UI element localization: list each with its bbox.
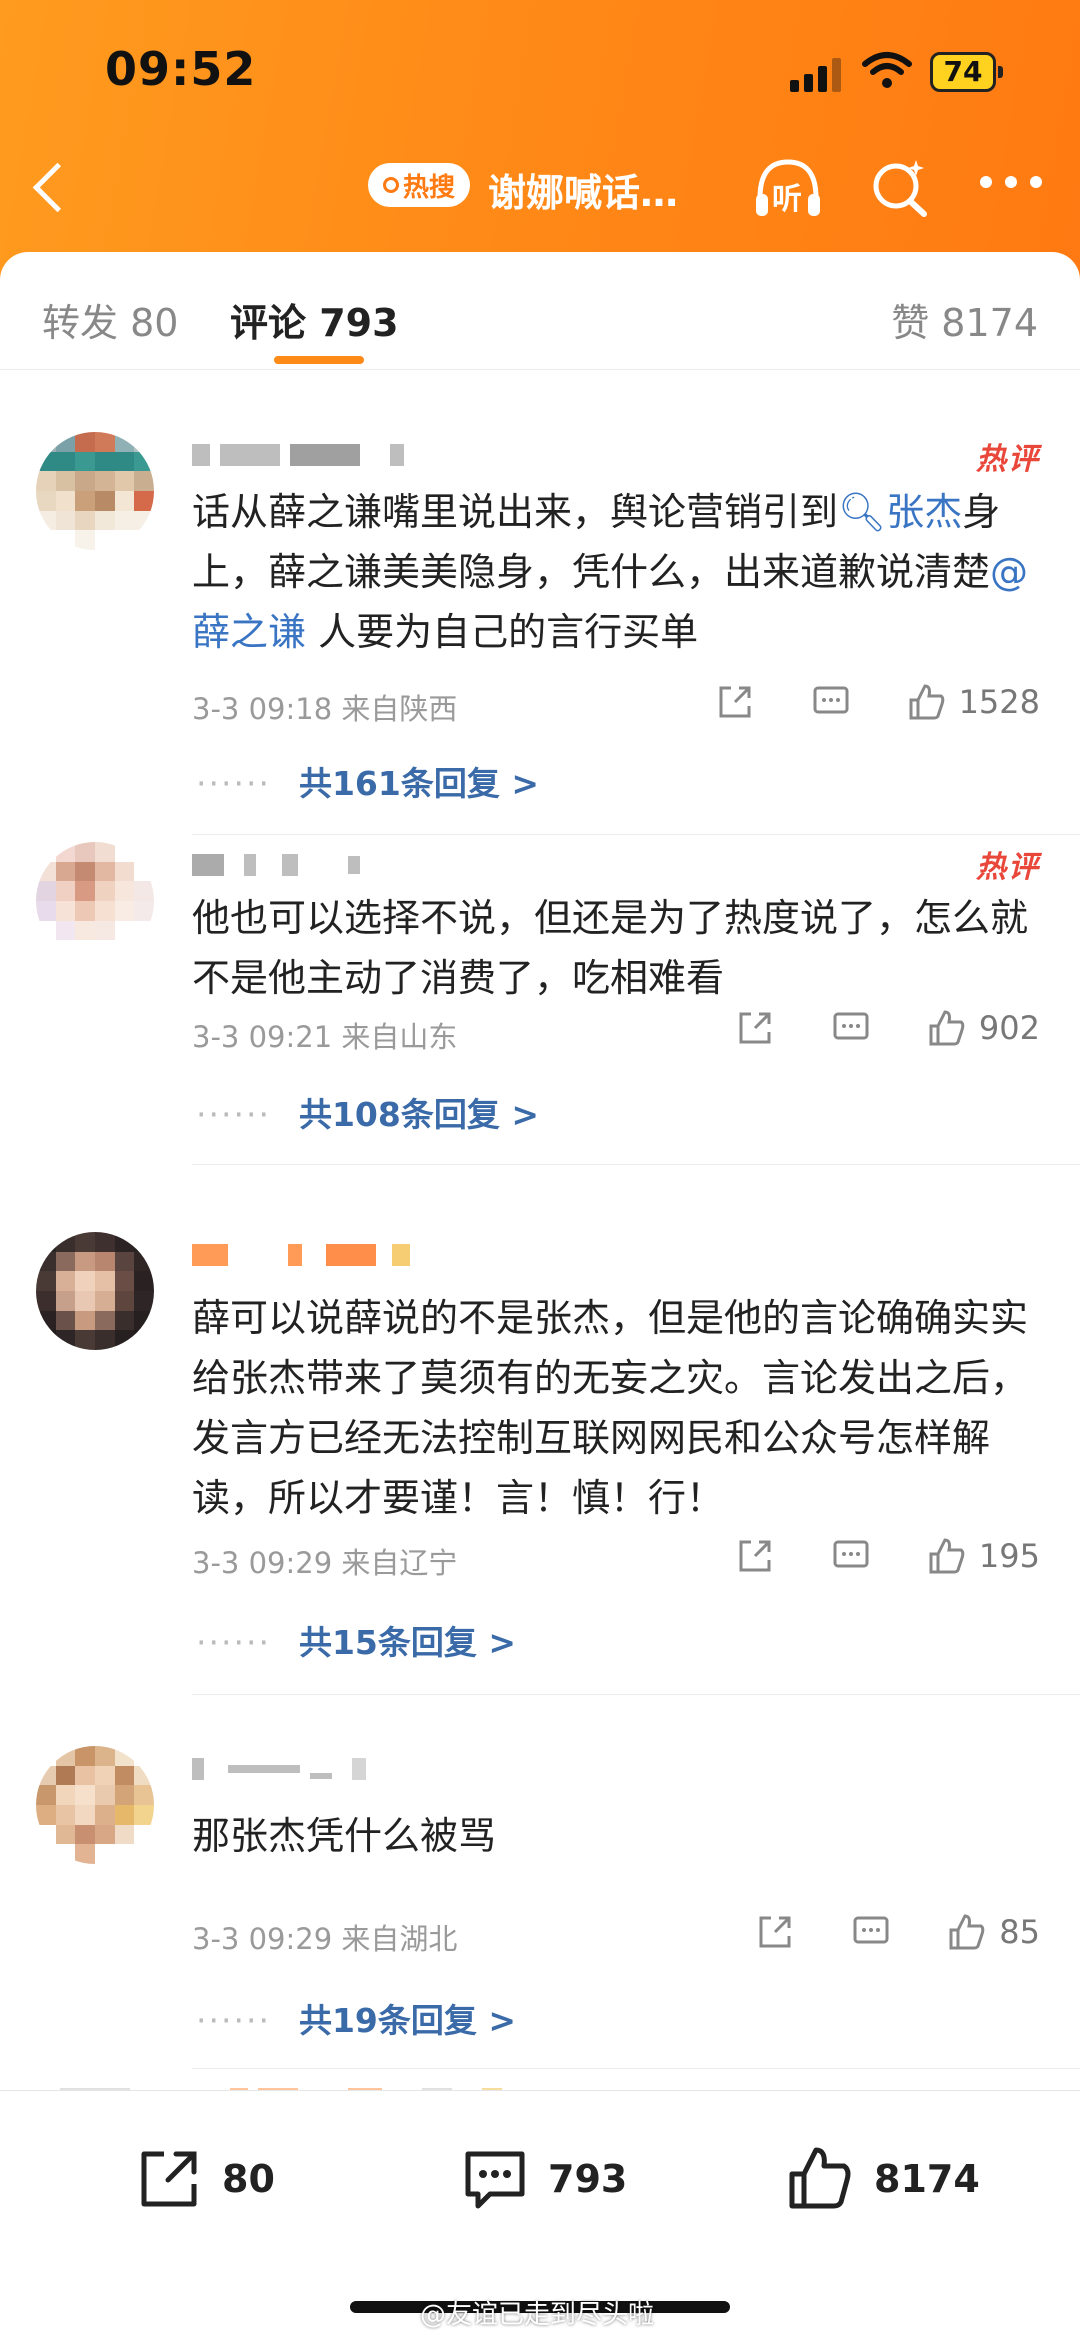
battery-indicator: 74 bbox=[930, 52, 1003, 92]
comment-icon[interactable] bbox=[831, 1536, 871, 1576]
tab-likes[interactable]: 赞 8174 bbox=[891, 292, 1038, 347]
repost-icon[interactable] bbox=[735, 1008, 775, 1048]
view-replies-link[interactable]: ······ 共108条回复 > bbox=[196, 1088, 539, 1136]
more-icon[interactable] bbox=[980, 176, 1042, 190]
avatar[interactable] bbox=[36, 1232, 154, 1350]
wifi-icon bbox=[862, 52, 912, 88]
comment-meta: 3-3 09:29 来自湖北 bbox=[192, 1922, 458, 1956]
like-icon bbox=[789, 2147, 851, 2209]
watermark-text: @友谊已走到尽头啦 bbox=[420, 2300, 655, 2330]
comment-icon[interactable] bbox=[851, 1912, 891, 1952]
bottom-repost-button[interactable]: 80 bbox=[134, 2139, 275, 2219]
nav-bar: 热搜 谢娜喊话… 听 bbox=[0, 140, 1080, 230]
comment-actions: 85 bbox=[755, 1910, 1040, 1954]
comment-item: 热评 话从薛之谦嘴里说出来，舆论营销引到🔍︎张杰身上，薛之谦美美隐身，凭什么，出… bbox=[0, 402, 1080, 835]
like-count: 195 bbox=[978, 1537, 1040, 1575]
comment-meta: 3-3 09:18 来自陕西 bbox=[192, 692, 458, 726]
view-replies-link[interactable]: ······ 共161条回复 > bbox=[196, 757, 539, 805]
like-icon[interactable] bbox=[947, 1912, 987, 1952]
comment-item: 薛可以说薛说的不是张杰，但是他的言论确确实实给张杰带来了莫须有的无妄之灾。言论发… bbox=[0, 1232, 1080, 1702]
back-icon[interactable] bbox=[30, 158, 80, 216]
comment-icon[interactable] bbox=[811, 682, 851, 722]
repost-icon[interactable] bbox=[735, 1536, 775, 1576]
active-tab-indicator bbox=[274, 356, 364, 364]
like-count: 1528 bbox=[958, 683, 1040, 721]
avatar[interactable] bbox=[36, 1746, 154, 1864]
repost-icon[interactable] bbox=[755, 1912, 795, 1952]
hot-comment-badge: 热评 bbox=[976, 442, 1040, 477]
like-count: 8174 bbox=[874, 2157, 980, 2201]
hot-search-label: 热搜 bbox=[402, 172, 455, 203]
topic-link[interactable]: 🔍︎张杰 bbox=[838, 490, 962, 534]
status-bar: 09:52 74 bbox=[0, 0, 1080, 130]
bottom-like-button[interactable]: 8174 bbox=[786, 2139, 980, 2219]
avatar[interactable] bbox=[36, 432, 154, 550]
divider bbox=[192, 834, 1080, 835]
search-icon[interactable] bbox=[868, 156, 932, 220]
tab-repost[interactable]: 转发 80 bbox=[42, 292, 178, 347]
comment-text-part: 话从薛之谦嘴里说出来，舆论营销引到 bbox=[192, 490, 839, 534]
username-blurred[interactable] bbox=[192, 1240, 410, 1270]
comment-count: 793 bbox=[548, 2157, 628, 2201]
view-replies-link[interactable]: ······ 共15条回复 > bbox=[196, 1616, 516, 1664]
comment-actions: 1528 bbox=[715, 680, 1040, 724]
hot-search-pill[interactable]: 热搜 bbox=[368, 163, 470, 207]
username-blurred[interactable] bbox=[192, 1754, 366, 1784]
comment-text: 薛可以说薛说的不是张杰，但是他的言论确确实实给张杰带来了莫须有的无妄之灾。言论发… bbox=[192, 1296, 1029, 1520]
comment-item: 那张杰凭什么被骂 3-3 09:29 来自湖北 85 ······ 共19条回复 … bbox=[0, 1746, 1080, 2076]
username-blurred[interactable] bbox=[192, 850, 360, 880]
repost-icon[interactable] bbox=[715, 682, 755, 722]
like-count: 902 bbox=[978, 1009, 1040, 1047]
status-time: 09:52 bbox=[105, 42, 257, 96]
tab-comments[interactable]: 评论 793 bbox=[230, 292, 399, 347]
comment-meta: 3-3 09:29 来自辽宁 bbox=[192, 1546, 458, 1580]
comment-actions: 902 bbox=[735, 1006, 1040, 1050]
comment-icon[interactable] bbox=[831, 1008, 871, 1048]
comment-item: 热评 他也可以选择不说，但还是为了热度说了，怎么就不是他主动了消费了，吃相难看 … bbox=[0, 842, 1080, 1172]
like-count: 85 bbox=[999, 1913, 1040, 1951]
comment-text: 他也可以选择不说，但还是为了热度说了，怎么就不是他主动了消费了，吃相难看 bbox=[192, 896, 1029, 1000]
signal-icon bbox=[790, 58, 844, 92]
tab-bar: 转发 80 评论 793 赞 8174 bbox=[0, 252, 1080, 370]
view-replies-link[interactable]: ······ 共19条回复 > bbox=[196, 1994, 516, 2042]
replies-label[interactable]: 共19条回复 > bbox=[299, 2001, 516, 2040]
hot-comment-badge: 热评 bbox=[976, 850, 1040, 885]
repost-count: 80 bbox=[222, 2157, 275, 2201]
bottom-comment-button[interactable]: 793 bbox=[460, 2139, 627, 2219]
listen-button[interactable]: 听 bbox=[752, 154, 824, 220]
topic-title[interactable]: 谢娜喊话… bbox=[488, 162, 678, 217]
divider bbox=[192, 1694, 1080, 1695]
comment-text: 那张杰凭什么被骂 bbox=[192, 1814, 497, 1858]
replies-label[interactable]: 共108条回复 > bbox=[299, 1095, 539, 1134]
comment-meta: 3-3 09:21 来自山东 bbox=[192, 1020, 458, 1054]
repost-icon bbox=[141, 2151, 197, 2207]
like-icon[interactable] bbox=[927, 1536, 967, 1576]
divider bbox=[192, 2068, 1080, 2069]
divider bbox=[192, 1164, 1080, 1165]
username-blurred[interactable] bbox=[192, 440, 404, 470]
weibo-comments-page: 09:52 74 热搜 谢娜喊话… 听 转发 80 评论 793 赞 8174 … bbox=[0, 0, 1080, 2337]
listen-label: 听 bbox=[772, 182, 802, 217]
comment-actions: 195 bbox=[735, 1534, 1040, 1578]
like-icon[interactable] bbox=[927, 1008, 967, 1048]
search-icon bbox=[382, 177, 399, 193]
comment-text: 话从薛之谦嘴里说出来，舆论营销引到🔍︎张杰身上，薛之谦美美隐身，凭什么，出来道歉… bbox=[192, 482, 1042, 662]
comment-text-part: 人要为自己的言行买单 bbox=[306, 610, 699, 654]
avatar[interactable] bbox=[36, 842, 154, 960]
topic-link-text[interactable]: 张杰 bbox=[886, 490, 962, 534]
comment-icon bbox=[465, 2151, 525, 2209]
content-card: 转发 80 评论 793 赞 8174 热评 话从薛之谦嘴里说出来，舆论营销引到… bbox=[0, 252, 1080, 2337]
replies-label[interactable]: 共161条回复 > bbox=[299, 764, 539, 803]
like-icon[interactable] bbox=[907, 682, 947, 722]
replies-label[interactable]: 共15条回复 > bbox=[299, 1623, 516, 1662]
